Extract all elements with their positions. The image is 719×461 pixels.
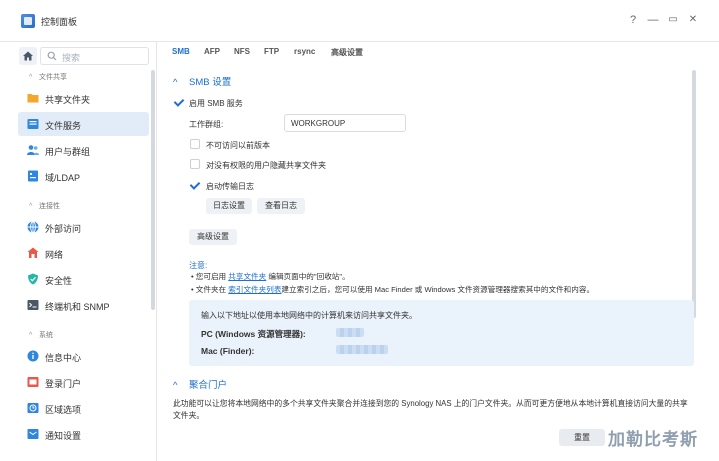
tab-nfs[interactable]: NFS [234, 47, 250, 56]
advanced-settings-button[interactable]: 高级设置 [189, 229, 237, 245]
pc-address-label: PC (Windows 资源管理器): [201, 329, 306, 339]
transfer-log-checkbox[interactable] [190, 180, 200, 190]
domain-icon [28, 170, 38, 182]
terminal-icon [27, 300, 39, 310]
globe-icon [27, 221, 39, 233]
help-button[interactable]: ? [626, 13, 640, 27]
folder-icon [27, 94, 39, 103]
sidebar-item-external-access[interactable]: 外部访问 [18, 215, 149, 239]
sidebar-scrollbar[interactable] [151, 70, 155, 310]
minimize-button[interactable]: — [646, 13, 660, 27]
shared-folder-link[interactable]: 共享文件夹 [228, 272, 266, 281]
workgroup-input[interactable]: WORKGROUP [284, 114, 406, 132]
sidebar: 搜索 ^ 文件共享 共享文件夹 文件服务 用户与群组 域/LDAP ^ 连接性 外部… [0, 42, 157, 461]
index-folder-link[interactable]: 索引文件夹列表 [228, 285, 281, 294]
window-title: 控制面板 [41, 17, 78, 27]
sidebar-item-login-portal[interactable]: 登录门户 [18, 370, 149, 394]
regional-icon [27, 403, 39, 413]
chevron-up-icon: ^ [29, 74, 33, 81]
chevron-up-icon: ^ [173, 380, 178, 391]
title-bar: 控制面板 ? — ▭ ✕ [0, 0, 719, 42]
search-icon [47, 51, 57, 61]
close-button[interactable]: ✕ [686, 13, 700, 27]
group-file-sharing[interactable]: ^ 文件共享 [29, 72, 67, 82]
note-line-2: • 文件夹在 索引文件夹列表建立索引之后，您可以使用 Mac Finder 或 … [191, 285, 595, 294]
sidebar-item-users-groups[interactable]: 用户与群组 [18, 138, 149, 162]
search-input[interactable]: 搜索 [40, 47, 149, 65]
tab-advanced[interactable]: 高级设置 [331, 47, 363, 58]
tab-smb[interactable]: SMB [172, 47, 190, 56]
search-placeholder: 搜索 [62, 53, 81, 63]
sidebar-item-terminal-snmp[interactable]: 终端机和 SNMP [18, 293, 149, 317]
chevron-up-icon: ^ [29, 203, 33, 210]
access-info-text: 输入以下地址以使用本地网络中的计算机来访问共享文件夹。 [201, 311, 417, 320]
previous-versions-label: 不可访问以前版本 [206, 141, 270, 150]
log-settings-button[interactable]: 日志设置 [206, 198, 252, 214]
reset-button[interactable]: 重置 [559, 429, 605, 446]
enable-smb-checkbox[interactable] [174, 97, 184, 107]
view-log-button[interactable]: 查看日志 [257, 198, 305, 214]
chevron-up-icon: ^ [29, 332, 33, 339]
login-portal-icon [27, 377, 39, 387]
portal-description: 此功能可以让您将本地网络中的多个共享文件夹聚合并连接到您的 Synology N… [173, 399, 688, 420]
shield-icon [28, 273, 38, 285]
hide-folders-checkbox[interactable] [190, 159, 200, 169]
mac-address-value[interactable] [336, 345, 388, 354]
sidebar-item-info-center[interactable]: 信息中心 [18, 344, 149, 368]
smb-section-header[interactable]: ^ SMB 设置 [173, 74, 231, 88]
network-icon [27, 247, 39, 258]
notification-icon [27, 429, 39, 439]
workgroup-label: 工作群组: [189, 120, 224, 129]
pc-address-value[interactable] [336, 328, 364, 337]
sidebar-item-domain-ldap[interactable]: 域/LDAP [18, 164, 149, 188]
sidebar-item-security[interactable]: 安全性 [18, 267, 149, 291]
note-title: 注意: [189, 261, 208, 270]
info-icon [27, 350, 39, 362]
group-connectivity[interactable]: ^ 连接性 [29, 201, 60, 211]
chevron-up-icon: ^ [173, 77, 178, 88]
note-line-1: • 您可启用 共享文件夹 编辑页面中的"回收站"。 [191, 272, 350, 281]
home-icon [23, 51, 33, 61]
sidebar-item-file-services[interactable]: 文件服务 [18, 112, 149, 136]
sidebar-item-regional-options[interactable]: 区域选项 [18, 396, 149, 420]
tab-ftp[interactable]: FTP [264, 47, 279, 56]
hide-folders-label: 对没有权限的用户隐藏共享文件夹 [206, 161, 326, 170]
previous-versions-checkbox[interactable] [190, 139, 200, 149]
mac-address-label: Mac (Finder): [201, 346, 255, 356]
sidebar-item-network[interactable]: 网络 [18, 241, 149, 265]
control-panel-icon [21, 14, 35, 28]
content-scrollbar[interactable] [692, 70, 696, 318]
maximize-button[interactable]: ▭ [666, 13, 680, 27]
watermark: 加勒比考斯 [608, 430, 698, 449]
portal-section-header[interactable]: ^ 聚合门户 [173, 377, 227, 391]
home-button[interactable] [19, 47, 37, 65]
tab-rsync[interactable]: rsync [294, 47, 315, 56]
sidebar-item-notification[interactable]: 通知设置 [18, 422, 149, 446]
group-system[interactable]: ^ 系统 [29, 330, 53, 340]
transfer-log-label: 启动传输日志 [206, 182, 254, 191]
file-services-icon [27, 119, 39, 129]
enable-smb-label: 启用 SMB 服务 [189, 99, 243, 108]
tab-afp[interactable]: AFP [204, 47, 220, 56]
users-icon [27, 145, 39, 155]
sidebar-item-shared-folder[interactable]: 共享文件夹 [18, 86, 149, 110]
